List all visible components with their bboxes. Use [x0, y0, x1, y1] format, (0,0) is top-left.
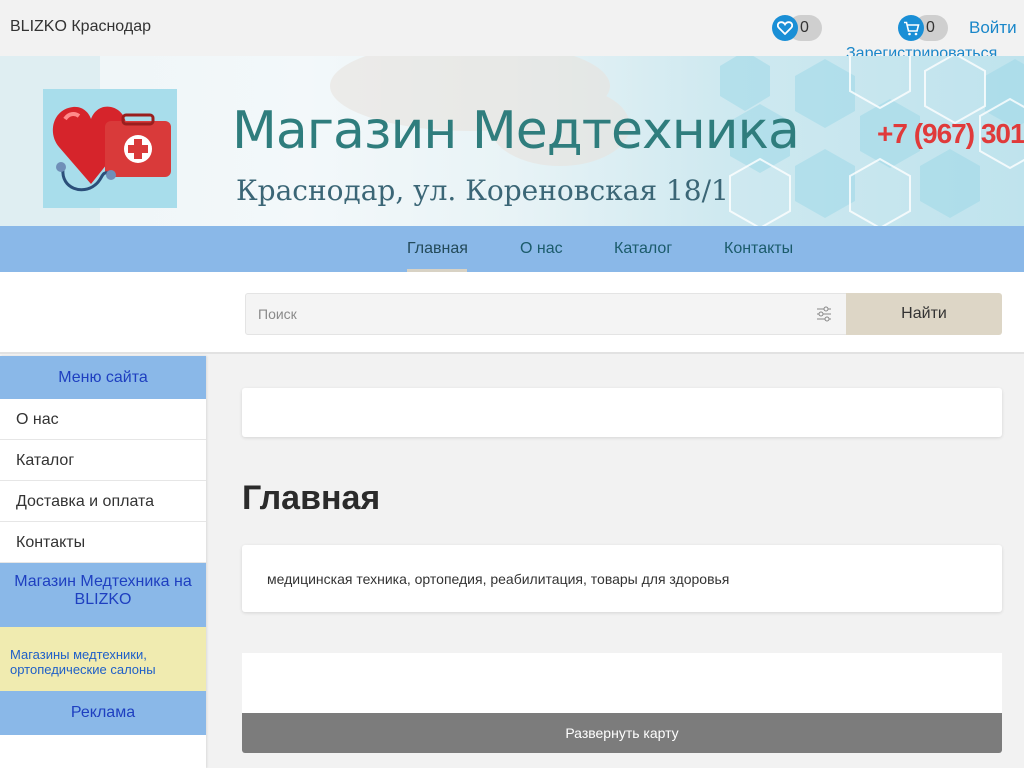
- sidebar-menu-header: Меню сайта: [0, 356, 206, 399]
- search-bar: Найти: [0, 272, 1024, 354]
- search-input[interactable]: [245, 293, 847, 335]
- nav-item-contacts[interactable]: Контакты: [724, 240, 793, 258]
- main-nav: Главная О нас Каталог Контакты: [0, 226, 1024, 272]
- store-title: Магазин Медтехника: [232, 101, 800, 161]
- sidebar: Меню сайта О нас Каталог Доставка и опла…: [0, 356, 206, 768]
- page-title: Главная: [242, 479, 381, 517]
- sidebar-item-about[interactable]: О нас: [0, 399, 206, 440]
- sidebar-item-catalog[interactable]: Каталог: [0, 440, 206, 481]
- nav-item-about[interactable]: О нас: [520, 240, 563, 258]
- site-name[interactable]: BLIZKO Краснодар: [10, 18, 151, 36]
- description-card: медицинская техника, ортопедия, реабилит…: [242, 545, 1002, 612]
- nav-item-home[interactable]: Главная: [407, 240, 468, 258]
- heart-medkit-logo-icon: [52, 106, 171, 192]
- login-link[interactable]: Войти: [969, 18, 1017, 38]
- sidebar-item-contacts[interactable]: Контакты: [0, 522, 206, 563]
- filter-settings-icon[interactable]: [816, 306, 832, 327]
- heart-icon[interactable]: [772, 15, 798, 41]
- store-logo[interactable]: [43, 89, 177, 208]
- search-button[interactable]: Найти: [846, 293, 1002, 335]
- top-bar: BLIZKO Краснодар 0 0 Войти Зарегистриров…: [0, 0, 1024, 62]
- store-phone[interactable]: +7 (967) 301 -: [877, 118, 1024, 150]
- sidebar-store-header: Магазин Медтехника на BLIZKO: [0, 563, 206, 627]
- breadcrumb-card: [242, 388, 1002, 437]
- map-area[interactable]: [242, 653, 1002, 713]
- nav-item-catalog[interactable]: Каталог: [614, 240, 672, 258]
- expand-map-button[interactable]: Развернуть карту: [242, 713, 1002, 753]
- store-description: медицинская техника, ортопедия, реабилит…: [267, 571, 730, 587]
- header-banner: Магазин Медтехника Краснодар, ул. Корено…: [0, 56, 1024, 226]
- store-address: Краснодар, ул. Кореновская 18/1: [236, 174, 729, 207]
- sidebar-promo-link[interactable]: Магазины медтехники, ортопедические сало…: [0, 627, 206, 691]
- favorites[interactable]: 0: [772, 15, 822, 41]
- sidebar-item-delivery[interactable]: Доставка и оплата: [0, 481, 206, 522]
- sidebar-ads-header: Реклама: [0, 691, 206, 735]
- cart[interactable]: 0: [898, 15, 948, 41]
- cart-icon[interactable]: [898, 15, 924, 41]
